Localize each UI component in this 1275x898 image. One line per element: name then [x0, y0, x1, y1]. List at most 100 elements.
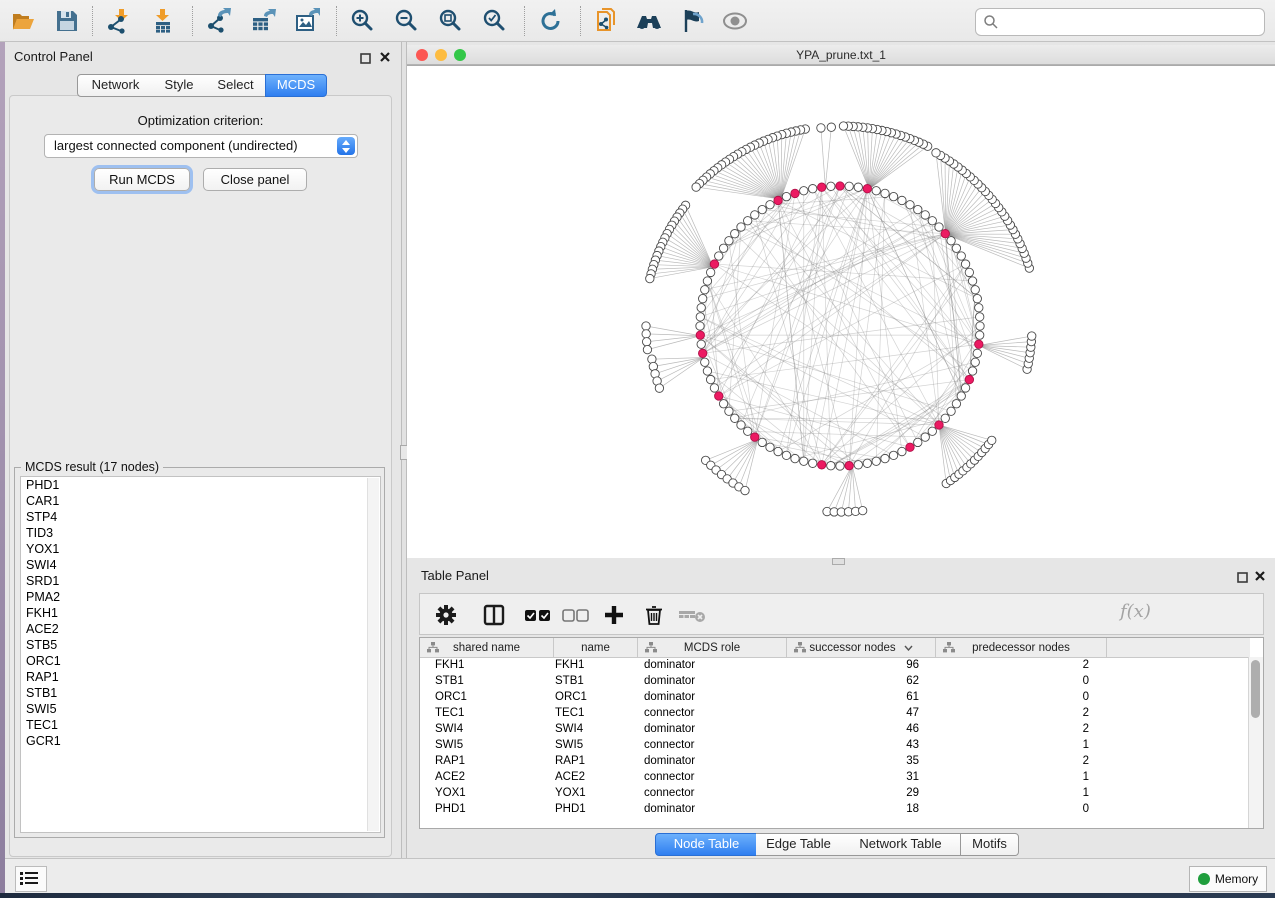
network-node[interactable]: [827, 462, 835, 470]
network-node[interactable]: [836, 462, 844, 470]
export-network-icon[interactable]: [206, 8, 232, 34]
network-node[interactable]: [703, 367, 711, 375]
network-node[interactable]: [642, 338, 650, 346]
network-node-dominator[interactable]: [715, 392, 723, 400]
network-node[interactable]: [737, 421, 745, 429]
network-node[interactable]: [725, 237, 733, 245]
zoom-selected-icon[interactable]: [482, 8, 508, 34]
network-node[interactable]: [741, 486, 749, 494]
network-edge[interactable]: [869, 135, 901, 189]
network-node[interactable]: [706, 268, 714, 276]
criterion-select[interactable]: largest connected component (undirected): [44, 134, 358, 158]
network-node[interactable]: [889, 192, 897, 200]
mcds-result-item[interactable]: PHD1: [21, 477, 380, 493]
tab-style[interactable]: Style: [152, 74, 207, 97]
network-edge[interactable]: [722, 439, 758, 474]
network-node[interactable]: [975, 304, 983, 312]
network-edge[interactable]: [669, 229, 713, 266]
network-node[interactable]: [914, 438, 922, 446]
column-header-successor-nodes[interactable]: successor nodes: [787, 638, 936, 657]
network-node-dominator[interactable]: [791, 189, 799, 197]
network-node[interactable]: [928, 427, 936, 435]
mcds-result-item[interactable]: GCR1: [21, 733, 380, 749]
column-header-shared-name[interactable]: shared name: [420, 638, 554, 657]
close-panel-button[interactable]: Close panel: [203, 168, 307, 191]
network-node[interactable]: [808, 459, 816, 467]
network-edge[interactable]: [910, 380, 969, 448]
network-node[interactable]: [941, 414, 949, 422]
network-edge[interactable]: [657, 357, 703, 381]
mcds-result-item[interactable]: STP4: [21, 509, 380, 525]
zoom-in-icon[interactable]: [350, 8, 376, 34]
network-window-titlebar[interactable]: YPA_prune.txt_1: [407, 45, 1275, 65]
network-canvas[interactable]: [407, 65, 1275, 558]
tab-motifs[interactable]: Motifs: [960, 833, 1019, 856]
network-edge[interactable]: [946, 191, 986, 234]
network-node[interactable]: [952, 244, 960, 252]
network-node[interactable]: [758, 438, 766, 446]
network-node[interactable]: [774, 447, 782, 455]
table-scrollbar[interactable]: [1248, 657, 1263, 828]
network-node-dominator[interactable]: [774, 196, 782, 204]
network-node[interactable]: [947, 237, 955, 245]
function-builder-icon[interactable]: f(x): [1120, 601, 1151, 622]
zoom-fit-icon[interactable]: [438, 8, 464, 34]
tab-edge-table[interactable]: Edge Table: [756, 833, 842, 856]
network-edge[interactable]: [821, 128, 825, 187]
import-table-icon[interactable]: [150, 8, 176, 34]
column-header-MCDS-role[interactable]: MCDS role: [638, 638, 787, 657]
network-node[interactable]: [766, 443, 774, 451]
network-node[interactable]: [648, 355, 656, 363]
network-edge[interactable]: [946, 216, 1005, 234]
network-node[interactable]: [971, 358, 979, 366]
network-node[interactable]: [839, 122, 847, 130]
mcds-result-item[interactable]: ACE2: [21, 621, 380, 637]
export-table-icon[interactable]: [250, 8, 276, 34]
columns-layout-icon[interactable]: [482, 603, 506, 632]
network-node[interactable]: [701, 358, 709, 366]
find-icon[interactable]: [636, 8, 662, 34]
network-node-dominator[interactable]: [710, 260, 718, 268]
network-node[interactable]: [719, 244, 727, 252]
mcds-result-item[interactable]: YOX1: [21, 541, 380, 557]
network-node[interactable]: [782, 451, 790, 459]
network-node-dominator[interactable]: [965, 375, 973, 383]
control-panel-float-icon[interactable]: [360, 51, 371, 69]
graphics-details-icon[interactable]: [680, 8, 706, 34]
mcds-result-item[interactable]: SWI4: [21, 557, 380, 573]
table-row[interactable]: ORC1ORC1dominator610: [420, 689, 1250, 705]
table-row[interactable]: RAP1RAP1dominator352: [420, 753, 1250, 769]
network-node[interactable]: [957, 392, 965, 400]
network-edge[interactable]: [703, 193, 795, 298]
network-node-dominator[interactable]: [906, 443, 914, 451]
network-edge[interactable]: [939, 425, 971, 464]
table-row[interactable]: SWI5SWI5connector431: [420, 737, 1250, 753]
network-node[interactable]: [854, 183, 862, 191]
network-edge[interactable]: [719, 234, 946, 396]
network-node[interactable]: [932, 149, 940, 157]
network-node-dominator[interactable]: [845, 462, 853, 470]
network-node[interactable]: [758, 205, 766, 213]
network-node[interactable]: [976, 313, 984, 321]
import-network-icon[interactable]: [106, 8, 132, 34]
eye-icon[interactable]: [722, 8, 748, 34]
network-edge[interactable]: [667, 234, 713, 267]
mcds-result-item[interactable]: STB1: [21, 685, 380, 701]
network-node[interactable]: [935, 223, 943, 231]
network-node-dominator[interactable]: [863, 184, 871, 192]
network-node[interactable]: [952, 400, 960, 408]
network-edge[interactable]: [778, 200, 910, 447]
network-node[interactable]: [731, 414, 739, 422]
tab-node-table[interactable]: Node Table: [655, 833, 758, 856]
network-edge[interactable]: [647, 336, 700, 350]
network-edge[interactable]: [781, 131, 796, 199]
table-row[interactable]: TEC1TEC1connector472: [420, 705, 1250, 721]
tab-select[interactable]: Select: [206, 74, 266, 97]
table-row[interactable]: SWI4SWI4dominator462: [420, 721, 1250, 737]
network-edge[interactable]: [734, 157, 781, 199]
network-edge[interactable]: [979, 345, 1029, 363]
network-edge[interactable]: [748, 221, 946, 234]
search-input[interactable]: [1002, 11, 1261, 33]
run-mcds-button[interactable]: Run MCDS: [94, 168, 190, 191]
network-node-dominator[interactable]: [818, 183, 826, 191]
